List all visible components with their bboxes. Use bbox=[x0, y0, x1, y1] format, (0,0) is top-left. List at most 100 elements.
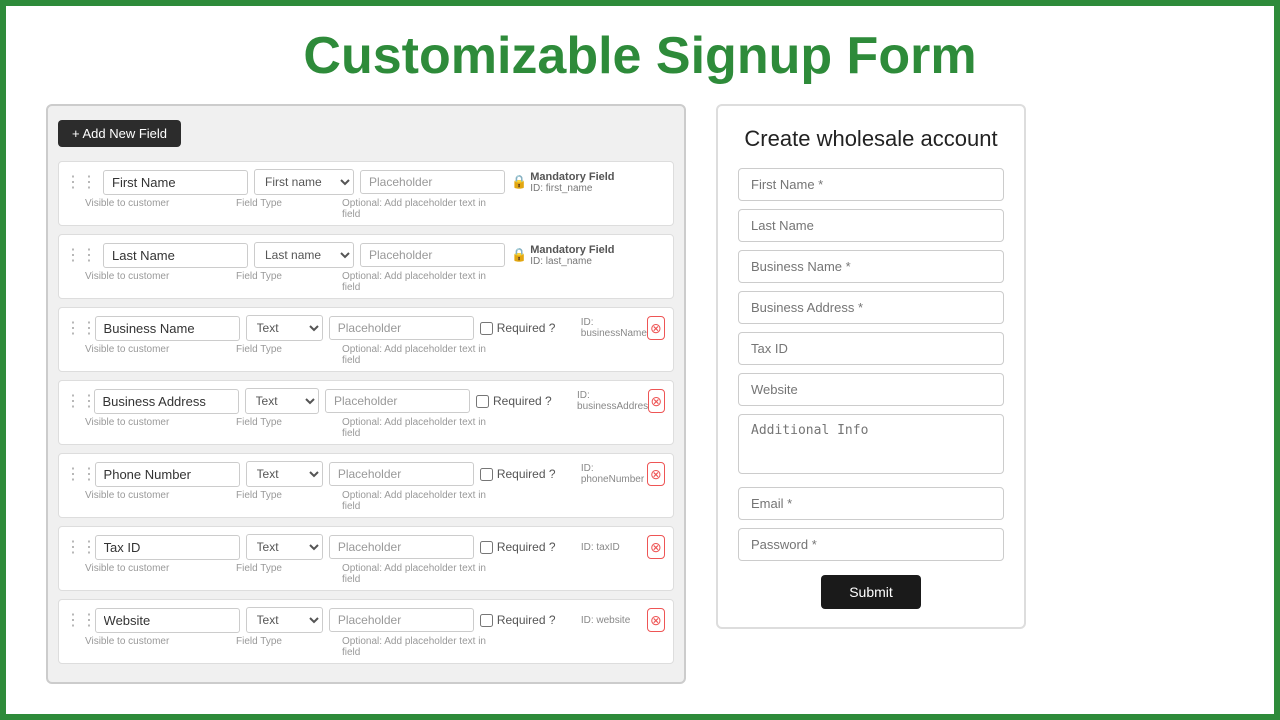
field-builder-panel: + Add New Field ⋮⋮ First name 🔒 Mandator… bbox=[46, 104, 686, 684]
delete-field-button[interactable]: ⊗ bbox=[647, 608, 665, 632]
required-label: Required ? bbox=[497, 613, 556, 627]
form-input-field[interactable] bbox=[738, 332, 1004, 365]
field-name-input[interactable] bbox=[95, 462, 240, 487]
required-area: Required ? bbox=[480, 321, 575, 335]
drag-handle-icon[interactable]: ⋮⋮ bbox=[65, 537, 89, 557]
required-checkbox[interactable] bbox=[480, 614, 493, 627]
delete-field-button[interactable]: ⊗ bbox=[647, 316, 665, 340]
placeholder-input[interactable] bbox=[360, 170, 505, 194]
mandatory-badge: 🔒 Mandatory Field ID: last_name bbox=[511, 244, 621, 267]
drag-handle-icon[interactable]: ⋮⋮ bbox=[65, 391, 88, 411]
placeholder-input[interactable] bbox=[329, 462, 474, 486]
submit-button[interactable]: Submit bbox=[821, 575, 921, 609]
field-type-label: Field Type bbox=[236, 636, 336, 658]
field-type-select[interactable]: Text bbox=[246, 315, 323, 341]
placeholder-hint: Optional: Add placeholder text in field bbox=[342, 198, 487, 220]
required-label: Required ? bbox=[497, 321, 556, 335]
required-checkbox[interactable] bbox=[480, 541, 493, 554]
field-row: ⋮⋮ First name 🔒 Mandatory Field ID: firs… bbox=[58, 161, 674, 226]
field-type-select[interactable]: Last name bbox=[254, 242, 354, 268]
field-name-input[interactable] bbox=[94, 389, 239, 414]
form-input-field[interactable] bbox=[738, 291, 1004, 324]
field-type-select[interactable]: Text bbox=[245, 388, 320, 414]
field-row: ⋮⋮ Last name 🔒 Mandatory Field ID: last_… bbox=[58, 234, 674, 299]
visible-label: Visible to customer bbox=[85, 271, 230, 293]
required-label: Required ? bbox=[493, 394, 552, 408]
field-id: ID: businessAddress bbox=[577, 390, 642, 412]
placeholder-hint: Optional: Add placeholder text in field bbox=[342, 490, 487, 512]
signup-form-panel: Create wholesale account Submit bbox=[716, 104, 1026, 629]
required-checkbox[interactable] bbox=[480, 322, 493, 335]
delete-field-button[interactable]: ⊗ bbox=[647, 535, 665, 559]
placeholder-input[interactable] bbox=[360, 243, 505, 267]
placeholder-input[interactable] bbox=[329, 608, 474, 632]
field-type-label: Field Type bbox=[236, 417, 336, 439]
field-type-label: Field Type bbox=[236, 490, 336, 512]
visible-label: Visible to customer bbox=[85, 563, 230, 585]
field-row: ⋮⋮ Text Required ? ID: businessName ⊗ Vi… bbox=[58, 307, 674, 372]
drag-handle-icon[interactable]: ⋮⋮ bbox=[65, 610, 89, 630]
field-name-input[interactable] bbox=[95, 608, 240, 633]
page-title: Customizable Signup Form bbox=[6, 6, 1274, 104]
form-title: Create wholesale account bbox=[738, 126, 1004, 152]
form-textarea-field[interactable] bbox=[738, 414, 1004, 474]
placeholder-hint: Optional: Add placeholder text in field bbox=[342, 271, 487, 293]
field-type-select[interactable]: Text bbox=[246, 534, 323, 560]
field-type-select[interactable]: Text bbox=[246, 461, 323, 487]
visible-label: Visible to customer bbox=[85, 490, 230, 512]
placeholder-hint: Optional: Add placeholder text in field bbox=[342, 563, 487, 585]
form-input-field[interactable] bbox=[738, 250, 1004, 283]
required-area: Required ? bbox=[480, 467, 575, 481]
lock-icon: 🔒 bbox=[511, 174, 527, 190]
delete-field-button[interactable]: ⊗ bbox=[648, 389, 665, 413]
field-type-label: Field Type bbox=[236, 198, 336, 220]
field-id: ID: businessName bbox=[581, 317, 641, 339]
placeholder-input[interactable] bbox=[329, 535, 474, 559]
mandatory-badge: 🔒 Mandatory Field ID: first_name bbox=[511, 171, 621, 194]
mandatory-text: Mandatory Field bbox=[530, 244, 614, 256]
required-area: Required ? bbox=[476, 394, 571, 408]
placeholder-input[interactable] bbox=[325, 389, 470, 413]
field-name-input[interactable] bbox=[103, 243, 248, 268]
placeholder-input[interactable] bbox=[329, 316, 474, 340]
form-input-field[interactable] bbox=[738, 528, 1004, 561]
lock-icon: 🔒 bbox=[511, 247, 527, 263]
field-row: ⋮⋮ Text Required ? ID: taxID ⊗ Visible t… bbox=[58, 526, 674, 591]
field-row: ⋮⋮ Text Required ? ID: website ⊗ Visible… bbox=[58, 599, 674, 664]
required-label: Required ? bbox=[497, 540, 556, 554]
form-input-field[interactable] bbox=[738, 209, 1004, 242]
field-name-input[interactable] bbox=[95, 535, 240, 560]
field-type-label: Field Type bbox=[236, 271, 336, 293]
placeholder-hint: Optional: Add placeholder text in field bbox=[342, 417, 487, 439]
form-input-field[interactable] bbox=[738, 373, 1004, 406]
placeholder-hint: Optional: Add placeholder text in field bbox=[342, 636, 487, 658]
field-type-select[interactable]: Text bbox=[246, 607, 323, 633]
field-id: ID: taxID bbox=[581, 542, 641, 553]
drag-handle-icon[interactable]: ⋮⋮ bbox=[65, 245, 97, 265]
drag-handle-icon[interactable]: ⋮⋮ bbox=[65, 464, 89, 484]
visible-label: Visible to customer bbox=[85, 636, 230, 658]
visible-label: Visible to customer bbox=[85, 198, 230, 220]
delete-field-button[interactable]: ⊗ bbox=[647, 462, 665, 486]
required-area: Required ? bbox=[480, 540, 575, 554]
field-type-select[interactable]: First name bbox=[254, 169, 354, 195]
field-id: ID: website bbox=[581, 615, 641, 626]
visible-label: Visible to customer bbox=[85, 344, 230, 366]
form-input-field[interactable] bbox=[738, 487, 1004, 520]
required-checkbox[interactable] bbox=[480, 468, 493, 481]
field-id: ID: last_name bbox=[530, 256, 614, 267]
required-label: Required ? bbox=[497, 467, 556, 481]
add-new-field-button[interactable]: + Add New Field bbox=[58, 120, 181, 147]
field-row: ⋮⋮ Text Required ? ID: businessAddress ⊗… bbox=[58, 380, 674, 445]
field-type-label: Field Type bbox=[236, 344, 336, 366]
required-checkbox[interactable] bbox=[476, 395, 489, 408]
form-input-field[interactable] bbox=[738, 168, 1004, 201]
field-row: ⋮⋮ Text Required ? ID: phoneNumber ⊗ Vis… bbox=[58, 453, 674, 518]
field-name-input[interactable] bbox=[95, 316, 240, 341]
field-id: ID: first_name bbox=[530, 183, 614, 194]
field-name-input[interactable] bbox=[103, 170, 248, 195]
required-area: Required ? bbox=[480, 613, 575, 627]
drag-handle-icon[interactable]: ⋮⋮ bbox=[65, 172, 97, 192]
field-type-label: Field Type bbox=[236, 563, 336, 585]
drag-handle-icon[interactable]: ⋮⋮ bbox=[65, 318, 89, 338]
